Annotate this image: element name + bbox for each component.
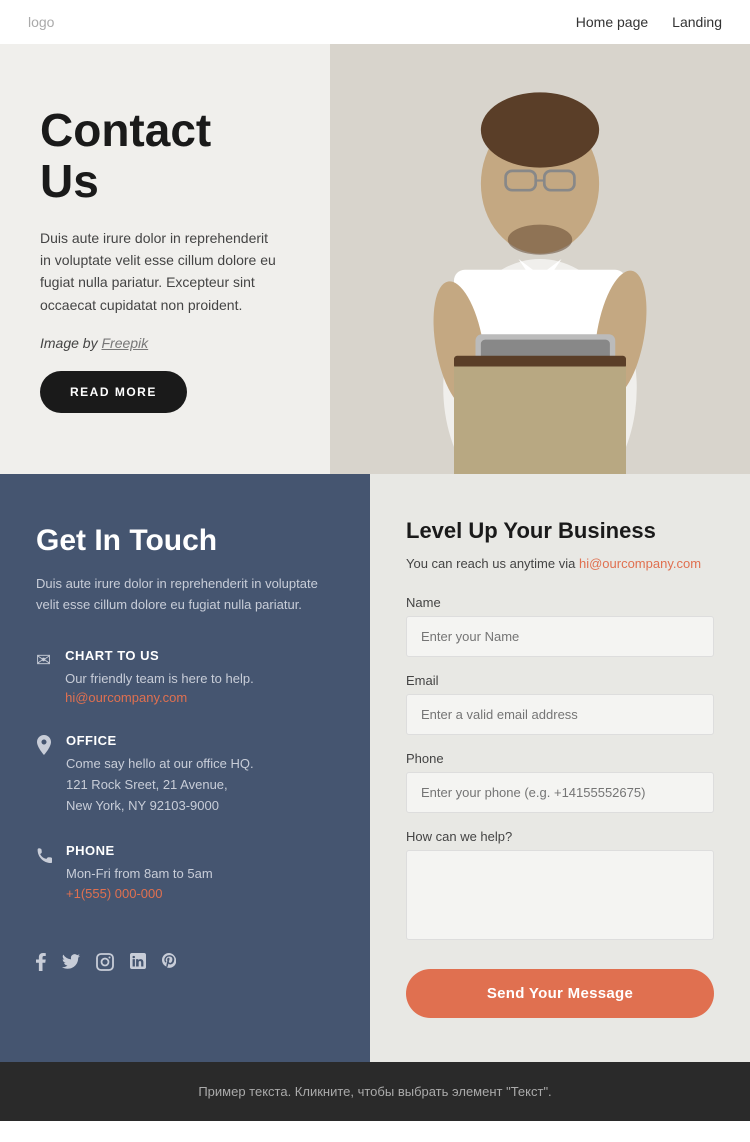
chat-icon: ✉ [36, 650, 51, 671]
name-label: Name [406, 595, 714, 610]
chat-title: CHART TO US [65, 648, 254, 663]
email-field-group: Email [406, 673, 714, 735]
send-message-button[interactable]: Send Your Message [406, 969, 714, 1018]
reach-text: You can reach us anytime via hi@ourcompa… [406, 556, 714, 571]
pinterest-icon[interactable] [162, 953, 176, 976]
chat-link[interactable]: hi@ourcompany.com [65, 690, 187, 705]
chat-text: Our friendly team is here to help. [65, 669, 254, 690]
message-field-group: How can we help? [406, 829, 714, 945]
footer: Пример текста. Кликните, чтобы выбрать э… [0, 1062, 750, 1121]
email-label: Email [406, 673, 714, 688]
phone-icon [36, 845, 52, 870]
email-input[interactable] [406, 694, 714, 735]
phone-label: Phone [406, 751, 714, 766]
hero-content: Contact Us Duis aute irure dolor in repr… [0, 45, 320, 472]
person-illustration [330, 44, 750, 474]
linkedin-icon[interactable] [130, 953, 146, 976]
facebook-icon[interactable] [36, 953, 46, 976]
message-label: How can we help? [406, 829, 714, 844]
phone-title: PHONE [66, 843, 213, 858]
logo: logo [28, 14, 54, 30]
message-textarea[interactable] [406, 850, 714, 940]
read-more-button[interactable]: READ MORE [40, 371, 187, 413]
office-title: OFFICE [66, 733, 254, 748]
freepik-link[interactable]: Freepik [101, 335, 148, 351]
footer-text: Пример текста. Кликните, чтобы выбрать э… [22, 1084, 728, 1099]
hero-title: Contact Us [40, 105, 280, 206]
reach-email[interactable]: hi@ourcompany.com [579, 556, 701, 571]
contact-right: Level Up Your Business You can reach us … [370, 474, 750, 1062]
contact-description: Duis aute irure dolor in reprehenderit i… [36, 574, 334, 616]
contact-item-chat: ✉ CHART TO US Our friendly team is here … [36, 648, 334, 708]
phone-hours: Mon-Fri from 8am to 5am [66, 864, 213, 885]
hero-description: Duis aute irure dolor in reprehenderit i… [40, 227, 280, 317]
contact-title: Get In Touch [36, 524, 334, 558]
office-text: Come say hello at our office HQ. 121 Roc… [66, 754, 254, 816]
hero-image [330, 44, 750, 474]
nav-links: Home page Landing [576, 14, 722, 30]
location-icon [36, 735, 52, 760]
phone-link[interactable]: +1(555) 000-000 [66, 886, 163, 901]
name-input[interactable] [406, 616, 714, 657]
social-row [36, 953, 334, 976]
contact-left: Get In Touch Duis aute irure dolor in re… [0, 474, 370, 1062]
form-title: Level Up Your Business [406, 518, 714, 544]
twitter-icon[interactable] [62, 953, 80, 976]
contact-item-phone: PHONE Mon-Fri from 8am to 5am +1(555) 00… [36, 843, 334, 903]
hero-image-credit: Image by Freepik [40, 332, 280, 354]
nav-home[interactable]: Home page [576, 14, 648, 30]
name-field-group: Name [406, 595, 714, 657]
nav-landing[interactable]: Landing [672, 14, 722, 30]
hero-section: Contact Us Duis aute irure dolor in repr… [0, 44, 750, 474]
instagram-icon[interactable] [96, 953, 114, 976]
navbar: logo Home page Landing [0, 0, 750, 44]
contact-section: Get In Touch Duis aute irure dolor in re… [0, 474, 750, 1062]
phone-input[interactable] [406, 772, 714, 813]
contact-item-office: OFFICE Come say hello at our office HQ. … [36, 733, 334, 816]
phone-field-group: Phone [406, 751, 714, 813]
